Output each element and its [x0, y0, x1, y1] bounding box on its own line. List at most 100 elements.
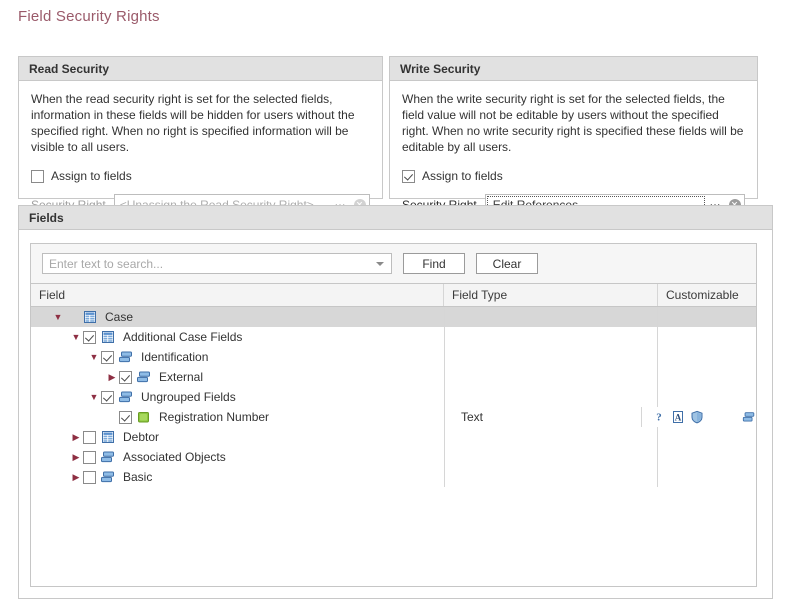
row-field-cell: ▼ Case [31, 307, 444, 327]
table-row[interactable]: ▶Registration NumberText?A [31, 407, 756, 427]
row-field-type-cell [444, 307, 658, 327]
table-row[interactable]: ▼ Ungrouped Fields [31, 387, 756, 407]
row-label: Registration Number [159, 410, 270, 424]
expand-arrow-icon[interactable]: ▶ [105, 372, 119, 382]
group-icon [136, 370, 152, 384]
row-checkbox[interactable] [83, 470, 96, 484]
search-bar: Enter text to search... Find Clear [31, 244, 756, 284]
write-assign-to-fields-checkbox[interactable] [402, 169, 415, 183]
row-field-cell: ▼ Identification [31, 347, 444, 367]
row-checkbox[interactable] [83, 430, 96, 444]
grid-rows: ▼ Case ▼ Additional Case Fields ▼ Identificat… [31, 307, 756, 487]
row-checkbox[interactable] [83, 330, 96, 344]
row-checkbox[interactable] [101, 390, 114, 404]
table-row[interactable]: ▶ Associated Objects [31, 447, 756, 467]
twisty-placeholder: ▶ [105, 413, 119, 422]
row-customizable-cell [658, 347, 756, 367]
row-field-type-cell [444, 427, 658, 447]
table-row[interactable]: ▶ External [31, 367, 756, 387]
read-security-description: When the read security right is set for … [31, 92, 355, 154]
write-security-header-label: Write Security [400, 61, 481, 76]
row-field-cell: ▶ Registration Number [31, 407, 433, 427]
row-label: Ungrouped Fields [141, 390, 236, 404]
question-icon: ? [652, 410, 666, 424]
fields-header: Fields [19, 206, 772, 230]
chevron-down-icon[interactable] [376, 261, 384, 266]
row-label: Additional Case Fields [123, 330, 243, 344]
table-row[interactable]: ▼ Identification [31, 347, 756, 367]
svg-text:A: A [675, 412, 682, 422]
search-input[interactable]: Enter text to search... [42, 253, 392, 274]
row-label: Debtor [123, 430, 160, 444]
read-assign-to-fields-checkbox[interactable] [31, 169, 44, 183]
search-input-placeholder: Enter text to search... [49, 256, 164, 271]
table-row[interactable]: ▼ Case [31, 307, 756, 327]
expand-arrow-icon[interactable]: ▶ [69, 452, 83, 462]
table-icon [100, 430, 116, 444]
row-checkbox-placeholder [65, 311, 78, 324]
column-header-field-type[interactable]: Field Type [444, 284, 658, 306]
write-security-description: When the write security right is set for… [402, 92, 744, 154]
field-icon [136, 410, 152, 424]
read-security-panel: Read Security When the read security rig… [18, 56, 383, 215]
row-field-cell: ▶ Associated Objects [31, 447, 444, 467]
row-checkbox[interactable] [119, 410, 132, 424]
read-assign-to-fields-row[interactable]: Assign to fields [31, 169, 370, 183]
read-assign-to-fields-label: Assign to fields [51, 169, 132, 183]
row-field-type-cell [444, 347, 658, 367]
row-field-type-cell [444, 367, 658, 387]
row-checkbox[interactable] [101, 350, 114, 364]
row-label: Case [105, 310, 134, 324]
row-customizable-cell [658, 467, 756, 487]
row-checkbox[interactable] [83, 450, 96, 464]
row-customizable-cell [658, 307, 756, 327]
row-label: External [159, 370, 204, 384]
row-field-type: Text [460, 410, 483, 424]
group-icon [100, 470, 116, 484]
row-customizable-cell [658, 427, 756, 447]
table-row[interactable]: ▶ Debtor [31, 427, 756, 447]
row-customizable-cell [658, 367, 756, 387]
group-icon [118, 350, 134, 364]
fields-header-label: Fields [29, 210, 64, 225]
row-field-type-cell [444, 447, 658, 467]
row-checkbox[interactable] [119, 370, 132, 384]
row-customizable-cell [658, 447, 756, 467]
row-field-type-cell: Text [433, 407, 642, 427]
column-header-customizable[interactable]: Customizable [658, 284, 756, 306]
row-field-cell: ▶ Debtor [31, 427, 444, 447]
expand-arrow-icon[interactable]: ▶ [69, 432, 83, 442]
row-customizable-cell: ? A [642, 407, 756, 427]
read-security-header-label: Read Security [29, 61, 110, 76]
group-icon [742, 410, 756, 424]
row-customizable-cell [658, 387, 756, 407]
letter-a-icon: A [671, 410, 685, 424]
write-security-panel: Write Security When the write security r… [389, 56, 758, 215]
row-label: Associated Objects [123, 450, 226, 464]
collapse-arrow-icon[interactable]: ▼ [87, 392, 101, 402]
expand-arrow-icon[interactable]: ▶ [69, 472, 83, 482]
row-field-cell: ▶ Basic [31, 467, 444, 487]
write-assign-to-fields-row[interactable]: Assign to fields [402, 169, 745, 183]
column-header-field[interactable]: Field [31, 284, 444, 306]
row-field-type-cell [444, 327, 658, 347]
column-divider [444, 307, 445, 487]
clear-button[interactable]: Clear [476, 253, 538, 274]
fields-grid: Enter text to search... Find Clear Field… [30, 243, 757, 587]
collapse-arrow-icon[interactable]: ▼ [51, 312, 65, 322]
collapse-arrow-icon[interactable]: ▼ [87, 352, 101, 362]
row-field-cell: ▼ Additional Case Fields [31, 327, 444, 347]
row-label: Basic [123, 470, 153, 484]
shield-icon [690, 410, 704, 424]
row-field-type-cell [444, 387, 658, 407]
write-security-header: Write Security [390, 57, 757, 81]
row-field-cell: ▼ Ungrouped Fields [31, 387, 444, 407]
row-customizable-cell [658, 327, 756, 347]
table-row[interactable]: ▶ Basic [31, 467, 756, 487]
find-button[interactable]: Find [403, 253, 465, 274]
read-security-header: Read Security [19, 57, 382, 81]
table-row[interactable]: ▼ Additional Case Fields [31, 327, 756, 347]
collapse-arrow-icon[interactable]: ▼ [69, 332, 83, 342]
table-icon [82, 310, 98, 324]
group-icon [118, 390, 134, 404]
